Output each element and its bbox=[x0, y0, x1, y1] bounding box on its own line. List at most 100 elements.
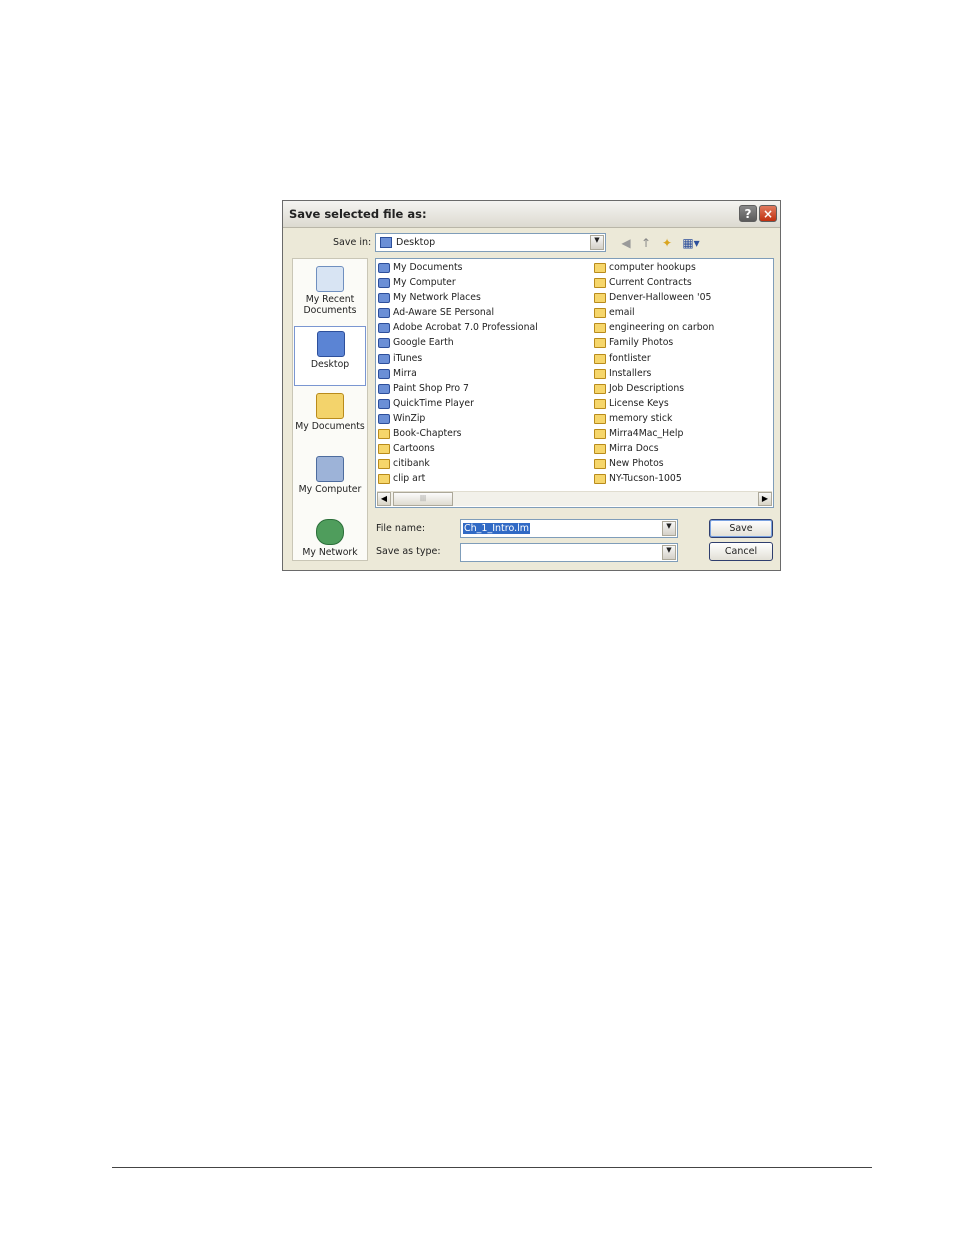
list-item[interactable]: iTunes bbox=[378, 352, 588, 367]
my-documents-icon bbox=[316, 393, 344, 419]
save-button[interactable]: Save bbox=[709, 519, 773, 538]
file-name-input[interactable]: Ch_1_Intro.lm bbox=[463, 523, 531, 534]
folder-icon bbox=[594, 459, 606, 470]
file-name: computer hookups bbox=[609, 262, 696, 273]
list-item[interactable]: Cartoons bbox=[378, 442, 588, 457]
file-name: Adobe Acrobat 7.0 Professional bbox=[393, 322, 538, 334]
scroll-thumb[interactable]: ||| bbox=[393, 492, 453, 506]
list-item[interactable]: memory stick bbox=[594, 412, 772, 427]
file-name: My Network Places bbox=[393, 292, 481, 304]
desktop-icon bbox=[317, 331, 345, 357]
file-name: email bbox=[609, 307, 635, 319]
help-button[interactable]: ? bbox=[739, 205, 757, 222]
shortcut-icon bbox=[378, 308, 390, 319]
folder-icon bbox=[594, 429, 606, 440]
views-menu-icon[interactable]: ▦▾ bbox=[680, 235, 702, 251]
folder-icon bbox=[594, 293, 606, 304]
list-item[interactable]: NY-Tucson-1005 bbox=[594, 472, 772, 487]
file-name: Book-Chapters bbox=[393, 428, 462, 440]
folder-icon bbox=[594, 338, 606, 349]
recent-documents-icon bbox=[316, 266, 344, 292]
place-my-computer[interactable]: My Computer bbox=[294, 452, 366, 512]
list-item[interactable]: Book-Chapters bbox=[378, 427, 588, 442]
file-name: engineering on carbon bbox=[609, 322, 715, 334]
save-in-value: Desktop bbox=[396, 237, 436, 248]
folder-icon bbox=[594, 413, 606, 424]
shortcut-icon bbox=[378, 383, 390, 394]
file-name: Denver-Halloween '05 bbox=[609, 292, 712, 304]
list-item[interactable]: My Documents bbox=[378, 261, 588, 276]
file-name: NY-Tucson-1005 bbox=[609, 473, 682, 485]
list-item[interactable]: email bbox=[594, 306, 772, 321]
chevron-down-icon[interactable]: ▼ bbox=[662, 545, 676, 560]
list-item[interactable]: Mirra Docs bbox=[594, 442, 772, 457]
save-as-type-label: Save as type: bbox=[376, 546, 441, 557]
list-item[interactable]: My Computer bbox=[378, 276, 588, 291]
list-item[interactable]: Paint Shop Pro 7 bbox=[378, 382, 588, 397]
file-name-combobox[interactable]: Ch_1_Intro.lm ▼ bbox=[460, 519, 678, 538]
file-name: QuickTime Player bbox=[393, 397, 474, 409]
place-recent-documents[interactable]: My Recent Documents bbox=[294, 262, 366, 322]
back-icon[interactable]: ◀ bbox=[618, 235, 634, 251]
file-column-2: computer hookups Current Contracts Denver-… bbox=[594, 261, 772, 487]
file-name: Ad-Aware SE Personal bbox=[393, 307, 495, 319]
file-name: Mirra Docs bbox=[609, 443, 659, 455]
file-name: memory stick bbox=[609, 412, 673, 424]
new-folder-icon[interactable]: ✦ bbox=[659, 235, 675, 251]
list-item[interactable]: Installers bbox=[594, 367, 772, 382]
file-name: My Computer bbox=[393, 277, 456, 289]
folder-icon bbox=[594, 323, 606, 334]
save-in-label: Save in: bbox=[333, 237, 372, 248]
place-my-network[interactable]: My Network bbox=[294, 515, 366, 575]
list-item[interactable]: Ad-Aware SE Personal bbox=[378, 306, 588, 321]
list-item[interactable]: citibank bbox=[378, 457, 588, 472]
close-button[interactable]: × bbox=[759, 205, 777, 222]
list-item[interactable]: License Keys bbox=[594, 397, 772, 412]
horizontal-scrollbar[interactable]: ◀ ||| ▶ bbox=[377, 491, 772, 506]
place-desktop[interactable]: Desktop bbox=[294, 326, 366, 386]
folder-icon bbox=[594, 308, 606, 319]
folder-icon bbox=[594, 368, 606, 379]
list-item[interactable]: WinZip bbox=[378, 412, 588, 427]
list-item[interactable]: engineering on carbon bbox=[594, 321, 772, 336]
file-name: Google Earth bbox=[393, 337, 454, 349]
list-item[interactable]: Denver-Halloween '05 bbox=[594, 291, 772, 306]
up-folder-icon[interactable]: ↑ bbox=[638, 235, 654, 251]
shortcut-icon bbox=[378, 278, 390, 289]
list-item[interactable]: Google Earth bbox=[378, 336, 588, 351]
shortcut-icon bbox=[378, 353, 390, 364]
file-name: iTunes bbox=[393, 352, 423, 364]
list-item[interactable]: Adobe Acrobat 7.0 Professional bbox=[378, 321, 588, 336]
list-item[interactable]: New Photos bbox=[594, 457, 772, 472]
list-item[interactable]: Mirra bbox=[378, 367, 588, 382]
file-list[interactable]: My Documents My Computer My Network Places… bbox=[375, 258, 774, 508]
list-item[interactable]: Job Descriptions bbox=[594, 382, 772, 397]
list-item[interactable]: Mirra4Mac_Help bbox=[594, 427, 772, 442]
file-name: Current Contracts bbox=[609, 277, 692, 289]
list-item[interactable]: clip art bbox=[378, 472, 588, 487]
folder-icon bbox=[594, 263, 606, 273]
folder-icon bbox=[378, 474, 390, 485]
list-item[interactable]: computer hookups bbox=[594, 261, 772, 276]
folder-icon bbox=[594, 444, 606, 455]
desktop-icon bbox=[380, 237, 392, 248]
chevron-down-icon[interactable]: ▼ bbox=[590, 235, 604, 250]
cancel-button[interactable]: Cancel bbox=[709, 542, 773, 561]
list-item[interactable]: Family Photos bbox=[594, 336, 772, 351]
scroll-left-icon[interactable]: ◀ bbox=[377, 492, 391, 506]
list-item[interactable]: fontlister bbox=[594, 352, 772, 367]
dialog-title: Save selected file as: bbox=[289, 207, 427, 221]
chevron-down-icon[interactable]: ▼ bbox=[662, 521, 676, 536]
list-item[interactable]: Current Contracts bbox=[594, 276, 772, 291]
save-dialog: Save selected file as: ? × Save in: Desk… bbox=[282, 200, 781, 571]
place-my-documents[interactable]: My Documents bbox=[294, 389, 366, 449]
file-name: fontlister bbox=[609, 352, 651, 364]
save-in-dropdown[interactable]: Desktop ▼ bbox=[375, 233, 606, 252]
scroll-right-icon[interactable]: ▶ bbox=[758, 492, 772, 506]
file-name: Mirra bbox=[393, 367, 417, 379]
save-as-type-dropdown[interactable]: ▼ bbox=[460, 543, 678, 562]
list-item[interactable]: QuickTime Player bbox=[378, 397, 588, 412]
file-name: Family Photos bbox=[609, 337, 674, 349]
list-item[interactable]: My Network Places bbox=[378, 291, 588, 306]
folder-icon bbox=[594, 474, 606, 485]
